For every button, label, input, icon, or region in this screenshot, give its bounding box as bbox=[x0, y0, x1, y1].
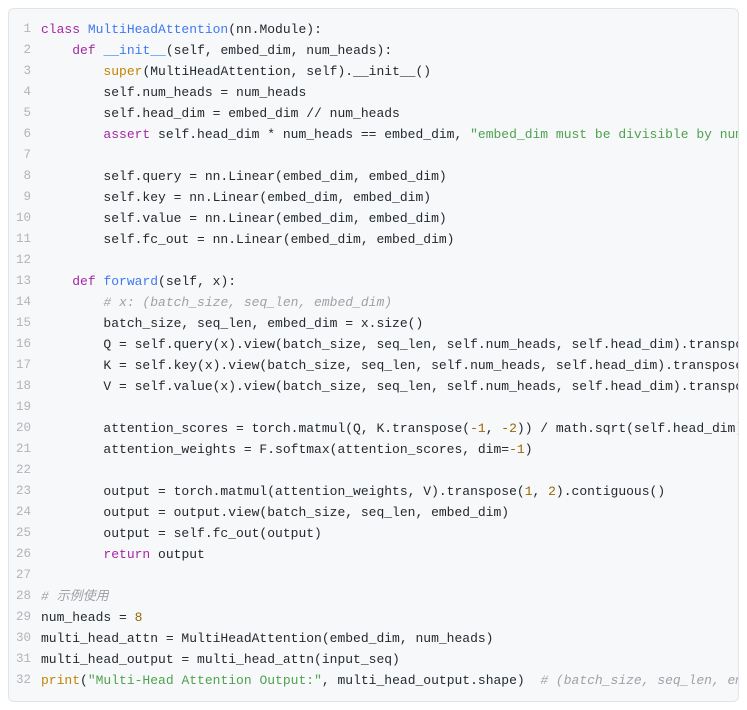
line-number: 3 bbox=[9, 61, 41, 82]
code-line: 5 self.head_dim = embed_dim // num_heads bbox=[9, 103, 738, 124]
code-content: self.num_heads = num_heads bbox=[41, 82, 306, 103]
line-number: 4 bbox=[9, 82, 41, 103]
line-number: 16 bbox=[9, 334, 41, 355]
code-content: output = self.fc_out(output) bbox=[41, 523, 322, 544]
code-line: 7 bbox=[9, 145, 738, 166]
code-content: assert self.head_dim * num_heads == embe… bbox=[41, 124, 738, 145]
code-content: self.value = nn.Linear(embed_dim, embed_… bbox=[41, 208, 447, 229]
code-content: V = self.value(x).view(batch_size, seq_l… bbox=[41, 376, 738, 397]
code-content: output = output.view(batch_size, seq_len… bbox=[41, 502, 509, 523]
line-number: 32 bbox=[9, 670, 41, 691]
code-line: 6 assert self.head_dim * num_heads == em… bbox=[9, 124, 738, 145]
code-content: self.key = nn.Linear(embed_dim, embed_di… bbox=[41, 187, 431, 208]
line-number: 5 bbox=[9, 103, 41, 124]
line-number: 28 bbox=[9, 586, 41, 607]
line-number: 8 bbox=[9, 166, 41, 187]
code-line: 20 attention_scores = torch.matmul(Q, K.… bbox=[9, 418, 738, 439]
code-line: 19 bbox=[9, 397, 738, 418]
code-content: def forward(self, x): bbox=[41, 271, 236, 292]
code-content: # 示例使用 bbox=[41, 586, 109, 607]
code-content: num_heads = 8 bbox=[41, 607, 142, 628]
code-content: self.head_dim = embed_dim // num_heads bbox=[41, 103, 400, 124]
line-number: 17 bbox=[9, 355, 41, 376]
code-line: 24 output = output.view(batch_size, seq_… bbox=[9, 502, 738, 523]
code-content: multi_head_attn = MultiHeadAttention(emb… bbox=[41, 628, 493, 649]
code-line: 21 attention_weights = F.softmax(attenti… bbox=[9, 439, 738, 460]
code-line: 29num_heads = 8 bbox=[9, 607, 738, 628]
code-line: 12 bbox=[9, 250, 738, 271]
code-content: Q = self.query(x).view(batch_size, seq_l… bbox=[41, 334, 738, 355]
code-line: 1class MultiHeadAttention(nn.Module): bbox=[9, 19, 738, 40]
code-content: # x: (batch_size, seq_len, embed_dim) bbox=[41, 292, 392, 313]
line-number: 25 bbox=[9, 523, 41, 544]
line-number: 13 bbox=[9, 271, 41, 292]
code-content: batch_size, seq_len, embed_dim = x.size(… bbox=[41, 313, 423, 334]
code-line: 31multi_head_output = multi_head_attn(in… bbox=[9, 649, 738, 670]
code-line: 32print("Multi-Head Attention Output:", … bbox=[9, 670, 738, 691]
line-number: 24 bbox=[9, 502, 41, 523]
line-number: 20 bbox=[9, 418, 41, 439]
line-number: 2 bbox=[9, 40, 41, 61]
line-number: 21 bbox=[9, 439, 41, 460]
code-line: 18 V = self.value(x).view(batch_size, se… bbox=[9, 376, 738, 397]
code-line: 3 super(MultiHeadAttention, self).__init… bbox=[9, 61, 738, 82]
code-line: 15 batch_size, seq_len, embed_dim = x.si… bbox=[9, 313, 738, 334]
code-line: 25 output = self.fc_out(output) bbox=[9, 523, 738, 544]
code-line: 26 return output bbox=[9, 544, 738, 565]
code-line: 22 bbox=[9, 460, 738, 481]
line-number: 1 bbox=[9, 19, 41, 40]
code-line: 10 self.value = nn.Linear(embed_dim, emb… bbox=[9, 208, 738, 229]
code-content: return output bbox=[41, 544, 205, 565]
line-number: 27 bbox=[9, 565, 41, 586]
line-number: 18 bbox=[9, 376, 41, 397]
code-block: 1class MultiHeadAttention(nn.Module):2 d… bbox=[8, 8, 739, 702]
code-line: 8 self.query = nn.Linear(embed_dim, embe… bbox=[9, 166, 738, 187]
code-line: 27 bbox=[9, 565, 738, 586]
code-line: 11 self.fc_out = nn.Linear(embed_dim, em… bbox=[9, 229, 738, 250]
line-number: 11 bbox=[9, 229, 41, 250]
code-content: self.query = nn.Linear(embed_dim, embed_… bbox=[41, 166, 447, 187]
code-content: attention_weights = F.softmax(attention_… bbox=[41, 439, 533, 460]
code-content: output = torch.matmul(attention_weights,… bbox=[41, 481, 665, 502]
line-number: 30 bbox=[9, 628, 41, 649]
code-line: 30multi_head_attn = MultiHeadAttention(e… bbox=[9, 628, 738, 649]
line-number: 10 bbox=[9, 208, 41, 229]
code-content: super(MultiHeadAttention, self).__init__… bbox=[41, 61, 431, 82]
code-line: 9 self.key = nn.Linear(embed_dim, embed_… bbox=[9, 187, 738, 208]
line-number: 6 bbox=[9, 124, 41, 145]
line-number: 22 bbox=[9, 460, 41, 481]
code-content: class MultiHeadAttention(nn.Module): bbox=[41, 19, 322, 40]
line-number: 29 bbox=[9, 607, 41, 628]
code-line: 14 # x: (batch_size, seq_len, embed_dim) bbox=[9, 292, 738, 313]
code-content: self.fc_out = nn.Linear(embed_dim, embed… bbox=[41, 229, 454, 250]
line-number: 7 bbox=[9, 145, 41, 166]
line-number: 12 bbox=[9, 250, 41, 271]
line-number: 9 bbox=[9, 187, 41, 208]
code-content: attention_scores = torch.matmul(Q, K.tra… bbox=[41, 418, 738, 439]
code-line: 2 def __init__(self, embed_dim, num_head… bbox=[9, 40, 738, 61]
line-number: 26 bbox=[9, 544, 41, 565]
code-content: K = self.key(x).view(batch_size, seq_len… bbox=[41, 355, 738, 376]
line-number: 15 bbox=[9, 313, 41, 334]
line-number: 19 bbox=[9, 397, 41, 418]
code-content: multi_head_output = multi_head_attn(inpu… bbox=[41, 649, 400, 670]
line-number: 14 bbox=[9, 292, 41, 313]
line-number: 23 bbox=[9, 481, 41, 502]
code-line: 28# 示例使用 bbox=[9, 586, 738, 607]
code-line: 16 Q = self.query(x).view(batch_size, se… bbox=[9, 334, 738, 355]
code-line: 23 output = torch.matmul(attention_weigh… bbox=[9, 481, 738, 502]
code-line: 17 K = self.key(x).view(batch_size, seq_… bbox=[9, 355, 738, 376]
code-content: def __init__(self, embed_dim, num_heads)… bbox=[41, 40, 392, 61]
code-line: 13 def forward(self, x): bbox=[9, 271, 738, 292]
code-content: print("Multi-Head Attention Output:", mu… bbox=[41, 670, 738, 691]
code-line: 4 self.num_heads = num_heads bbox=[9, 82, 738, 103]
line-number: 31 bbox=[9, 649, 41, 670]
